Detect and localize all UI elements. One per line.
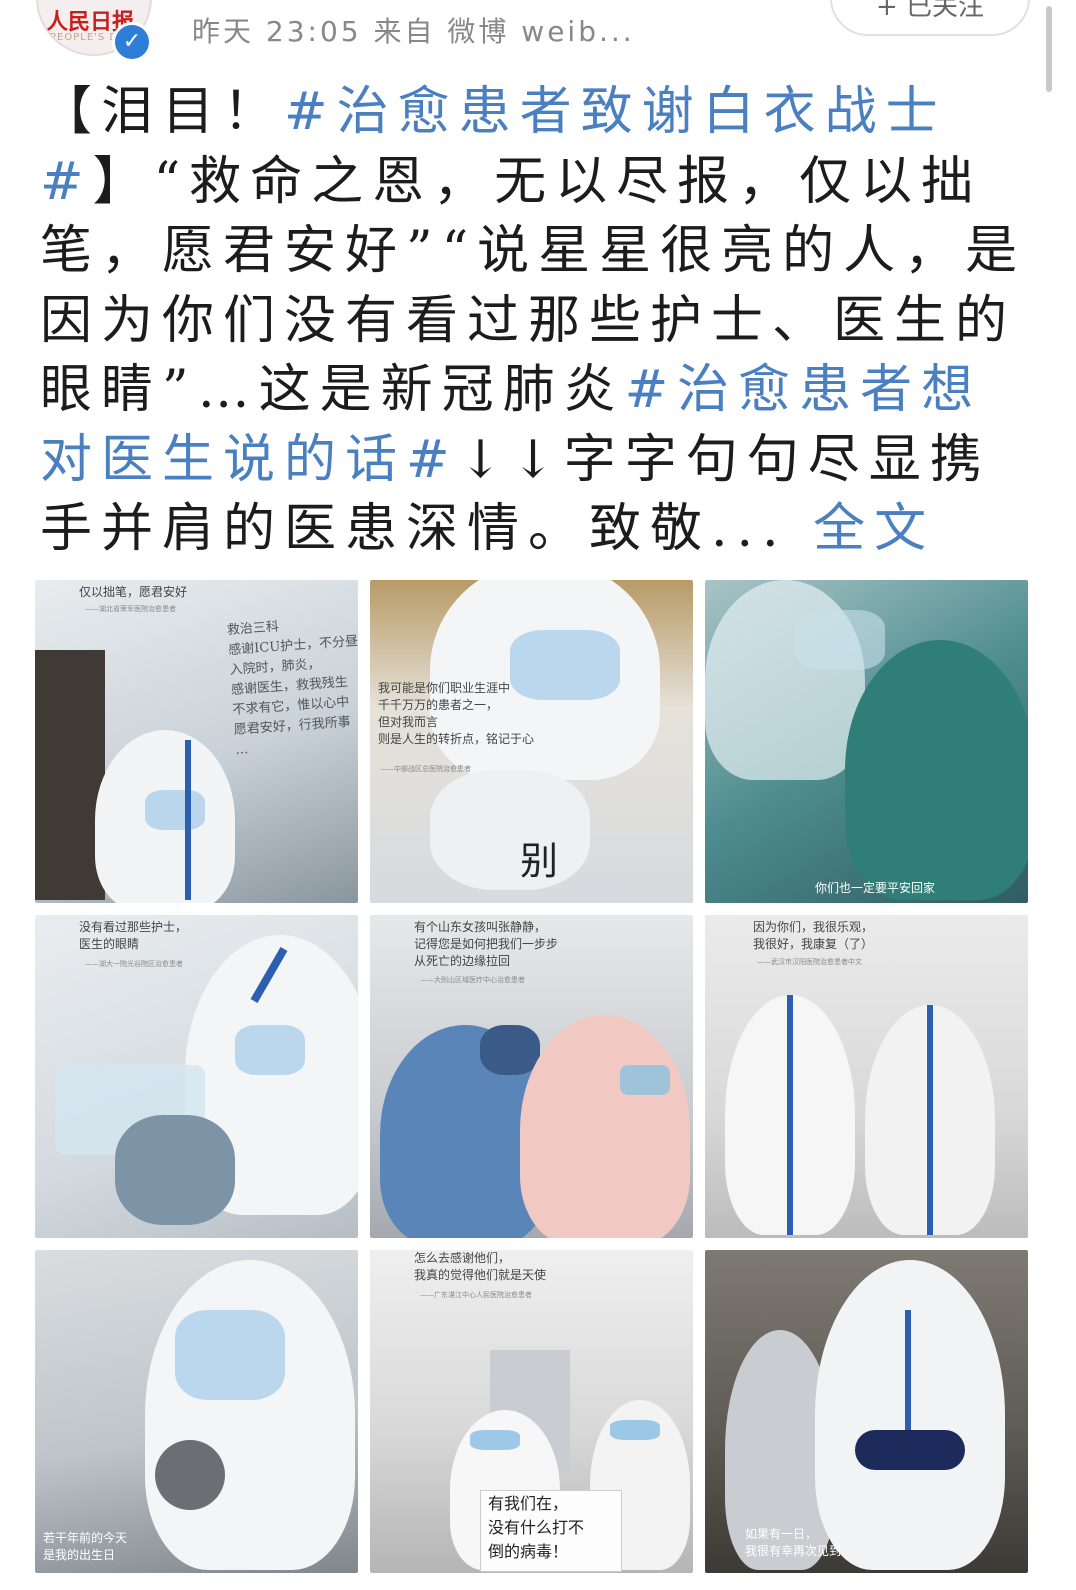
image-quote-source: ——大别山区域医疗中心治愈患者	[420, 976, 525, 984]
image-quote: 因为你们，我很乐观， 我很好，我康复（了）	[753, 920, 874, 951]
scrollbar[interactable]	[1046, 6, 1052, 92]
post-image-6[interactable]: 因为你们，我很乐观， 我很好，我康复（了） ——武汉市汉阳医院治愈患者中文	[705, 915, 1028, 1238]
post-image-3[interactable]: 你们也一定要平安回家	[705, 580, 1028, 903]
post-image-1[interactable]: 仅以拙笔，愿君安好 ——湖北省荣军医院治愈患者 救治三科 感谢ICU护士，不分昼…	[35, 580, 358, 903]
verified-badge-icon: ✓	[112, 22, 152, 62]
handwritten-sign: 别	[520, 839, 559, 883]
post-image-8[interactable]: 怎么去感谢他们， 我真的觉得他们就是天使 ——广东湛江中心人民医院治愈患者 有我…	[370, 1250, 693, 1573]
image-quote: 若干年前的今天 是我的出生日	[43, 1531, 128, 1562]
post-meta: 昨天 23:05 来自 微博 weib...	[192, 15, 635, 48]
image-quote-source: ——湖北省荣军医院治愈患者	[85, 605, 176, 613]
post-open-bracket: 【	[40, 82, 102, 142]
image-quote-source: ——武汉市汉阳医院治愈患者中文	[757, 958, 862, 966]
image-quote: 你们也一定要平安回家	[815, 881, 936, 895]
whiteboard-note: 救治三科 感谢ICU护士，不分昼夜 入院时，肺炎， 感谢医生，救我残生 不求有它…	[226, 619, 358, 758]
post-close-bracket: 】	[92, 151, 154, 212]
image-quote-source: ——湖大一院光谷院区治愈患者	[85, 960, 183, 968]
post-image-9[interactable]: 如果有一日， 我很有幸再次见到	[705, 1250, 1028, 1573]
post-body: 【泪目！#治愈患者致谢白衣战士#】“救命之恩，无以尽报，仅以拙笔，愿君安好”“说…	[40, 78, 1030, 565]
post-image-4[interactable]: 没有看过那些护士， 医生的眼睛 ——湖大一院光谷院区治愈患者	[35, 915, 358, 1238]
image-quote: 我可能是你们职业生涯中 千千万万的患者之一， 但对我而言 则是人生的转折点，铭记…	[378, 681, 535, 746]
follow-button[interactable]: + 已关注	[830, 0, 1030, 36]
post-image-2[interactable]: 我可能是你们职业生涯中 千千万万的患者之一， 但对我而言 则是人生的转折点，铭记…	[370, 580, 693, 903]
post-header: 人民日报 PEOPLE'S DAILY ✓ 昨天 23:05 来自 微博 wei…	[0, 0, 1076, 92]
image-quote: 如果有一日， 我很有幸再次见到	[745, 1527, 842, 1558]
image-quote: 仅以拙笔，愿君安好	[79, 585, 188, 599]
image-quote-source: ——中部战区总医院治愈患者	[380, 765, 471, 773]
expand-full-text-link[interactable]: 全文	[813, 499, 935, 559]
post-lead: 泪目！	[101, 82, 285, 142]
handwritten-sign: 有我们在， 没有什么打不 倒的病毒！	[488, 1494, 585, 1561]
image-quote: 没有看过那些护士， 医生的眼睛	[79, 920, 188, 951]
post-image-5[interactable]: 有个山东女孩叫张静静， 记得您是如何把我们一步步 从死亡的边缘拉回 ——大别山区…	[370, 915, 693, 1238]
post-image-7[interactable]: 若干年前的今天 是我的出生日	[35, 1250, 358, 1573]
image-quote-source: ——广东湛江中心人民医院治愈患者	[420, 1291, 532, 1299]
image-quote: 怎么去感谢他们， 我真的觉得他们就是天使	[414, 1251, 547, 1282]
image-quote: 有个山东女孩叫张静静， 记得您是如何把我们一步步 从死亡的边缘拉回	[414, 920, 559, 968]
